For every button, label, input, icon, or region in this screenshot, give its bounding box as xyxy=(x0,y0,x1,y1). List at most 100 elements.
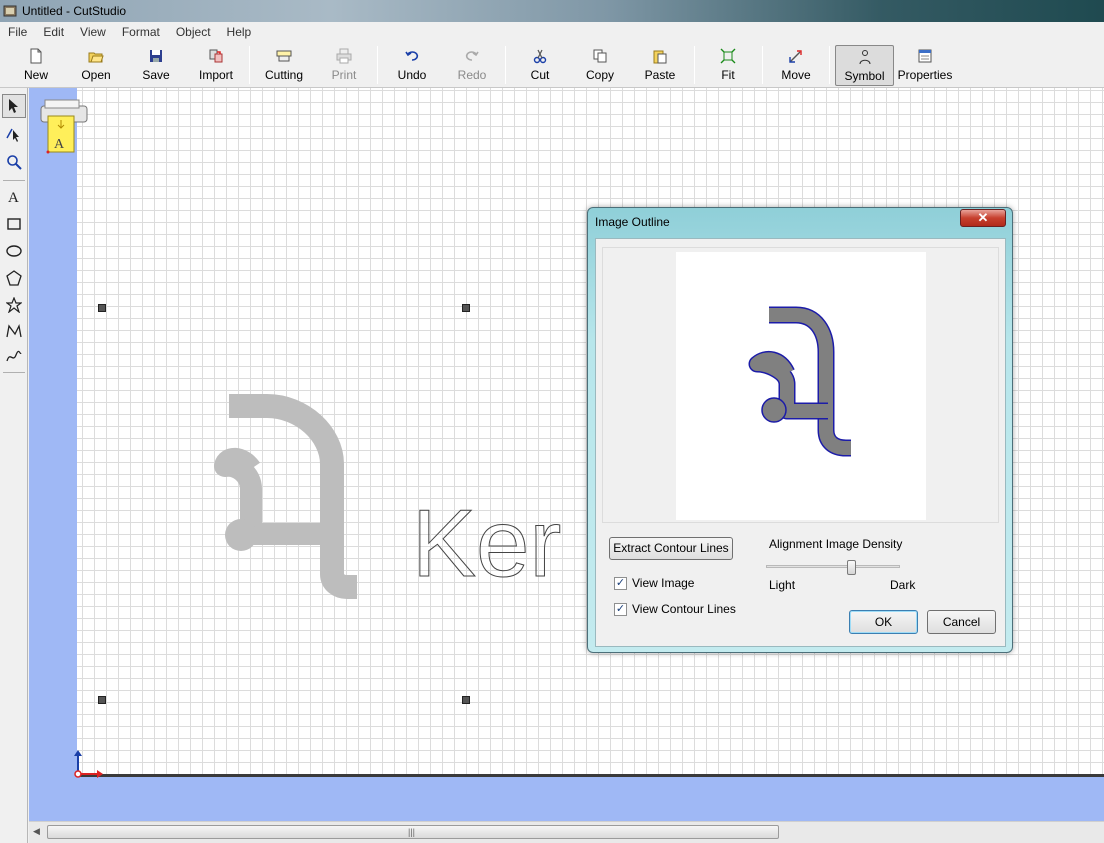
print-button[interactable]: Print xyxy=(322,45,366,86)
dialog-title: Image Outline xyxy=(595,215,670,229)
curve-tool[interactable] xyxy=(2,345,26,369)
svg-text:Ker: Ker xyxy=(412,490,561,582)
app-icon xyxy=(3,5,17,17)
star-tool[interactable] xyxy=(2,293,26,317)
selection-handle[interactable] xyxy=(98,696,106,704)
outline-text[interactable]: Ker xyxy=(412,486,582,583)
close-button[interactable]: ✕ xyxy=(960,209,1006,227)
clipboard-icon xyxy=(653,50,667,64)
scissors-icon xyxy=(533,49,547,64)
text-tool[interactable]: A xyxy=(2,184,26,208)
view-image-checkbox[interactable]: ✓ View Image xyxy=(614,576,694,590)
origin-axes-icon xyxy=(74,750,103,778)
menu-format[interactable]: Format xyxy=(114,25,168,39)
text-a-icon: A xyxy=(8,190,19,204)
arrow-pointer-icon xyxy=(9,99,18,113)
rectangle-icon xyxy=(7,218,21,230)
media-baseline xyxy=(77,774,1104,777)
window-title: Untitled - CutStudio xyxy=(22,4,127,18)
tool-palette: A xyxy=(0,88,28,843)
properties-button[interactable]: Properties xyxy=(896,45,954,86)
cut-button[interactable]: Cut xyxy=(518,45,562,86)
density-label: Alignment Image Density xyxy=(769,537,903,551)
checkbox-box[interactable]: ✓ xyxy=(614,602,627,616)
cutter-icon xyxy=(276,50,292,62)
polygon-tool[interactable] xyxy=(2,266,26,290)
undo-button[interactable]: Undo xyxy=(390,45,434,86)
ellipse-tool[interactable] xyxy=(2,239,26,263)
menu-view[interactable]: View xyxy=(72,25,114,39)
node-pointer-icon xyxy=(6,128,19,142)
image-outline-dialog: Image Outline ✕ Extract Contour Lines Al… xyxy=(587,207,1013,653)
checkbox-box[interactable]: ✓ xyxy=(614,576,627,590)
polyline-tool[interactable] xyxy=(2,319,26,343)
cancel-button[interactable]: Cancel xyxy=(927,610,996,634)
light-label: Light xyxy=(769,578,796,592)
menu-bar: File Edit View Format Object Help xyxy=(0,22,1104,42)
scroll-thumb[interactable]: ||| xyxy=(47,825,779,839)
horizontal-scrollbar[interactable]: ◀ ||| xyxy=(29,821,1104,843)
ellipse-icon xyxy=(6,245,22,257)
menu-file[interactable]: File xyxy=(0,25,35,39)
open-folder-icon xyxy=(88,52,104,63)
new-document-icon xyxy=(30,48,42,64)
selection-handle[interactable] xyxy=(462,304,470,312)
menu-edit[interactable]: Edit xyxy=(35,25,72,39)
save-button[interactable]: Save xyxy=(134,45,178,86)
rectangle-tool[interactable] xyxy=(2,212,26,236)
floppy-disk-icon xyxy=(150,50,162,62)
import-icon xyxy=(209,49,223,63)
density-slider-thumb[interactable] xyxy=(847,560,856,575)
selection-handle[interactable] xyxy=(98,304,106,312)
palette-separator xyxy=(3,180,25,181)
star-icon xyxy=(6,297,22,313)
dialog-body: Extract Contour Lines Alignment Image De… xyxy=(595,238,1006,647)
palette-separator xyxy=(3,372,25,373)
imported-symbol-image[interactable] xyxy=(207,394,367,604)
image-preview xyxy=(602,247,999,523)
select-tool[interactable] xyxy=(2,94,26,118)
svg-text:A: A xyxy=(54,137,65,152)
selection-handle[interactable] xyxy=(462,696,470,704)
move-icon xyxy=(789,50,802,63)
toolbar-separator xyxy=(829,46,830,84)
toolbar: New Open Save Import Cutting Print Undo … xyxy=(0,42,1104,88)
printer-icon xyxy=(336,48,352,64)
view-contour-lines-label: View Contour Lines xyxy=(632,602,736,616)
open-button[interactable]: Open xyxy=(74,45,118,86)
cutting-button[interactable]: Cutting xyxy=(259,45,309,86)
undo-arrow-icon xyxy=(405,51,419,61)
density-slider[interactable] xyxy=(766,560,900,575)
new-button[interactable]: New xyxy=(14,45,58,86)
copy-icon xyxy=(593,49,607,63)
magnifier-icon xyxy=(7,155,22,170)
grip-icon: ||| xyxy=(408,827,416,837)
ok-button[interactable]: OK xyxy=(849,610,918,634)
menu-help[interactable]: Help xyxy=(219,25,260,39)
extract-contour-lines-button[interactable]: Extract Contour Lines xyxy=(609,537,733,560)
move-button[interactable]: Move xyxy=(773,45,819,86)
view-contour-lines-checkbox[interactable]: ✓ View Contour Lines xyxy=(614,602,736,616)
title-bar: Untitled - CutStudio xyxy=(0,0,1104,22)
zoom-tool[interactable] xyxy=(2,150,26,174)
menu-object[interactable]: Object xyxy=(168,25,219,39)
cutter-device-icon[interactable]: A xyxy=(39,98,89,157)
fit-icon xyxy=(720,48,736,64)
symbol-button[interactable]: Symbol xyxy=(835,45,894,86)
node-edit-tool[interactable] xyxy=(2,122,26,146)
redo-arrow-icon xyxy=(465,51,479,61)
toolbar-separator xyxy=(377,46,378,84)
curve-icon xyxy=(6,350,22,362)
fit-button[interactable]: Fit xyxy=(706,45,750,86)
paste-button[interactable]: Paste xyxy=(637,45,683,86)
redo-button[interactable]: Redo xyxy=(450,45,494,86)
toolbar-separator xyxy=(505,46,506,84)
copy-button[interactable]: Copy xyxy=(578,45,622,86)
scroll-left-icon[interactable]: ◀ xyxy=(33,826,40,837)
toolbar-separator xyxy=(249,46,250,84)
checkmark-icon: ✓ xyxy=(615,602,626,615)
properties-icon xyxy=(918,49,932,63)
import-button[interactable]: Import xyxy=(193,45,239,86)
polyline-icon xyxy=(6,323,22,338)
svg-text:A: A xyxy=(8,190,19,204)
